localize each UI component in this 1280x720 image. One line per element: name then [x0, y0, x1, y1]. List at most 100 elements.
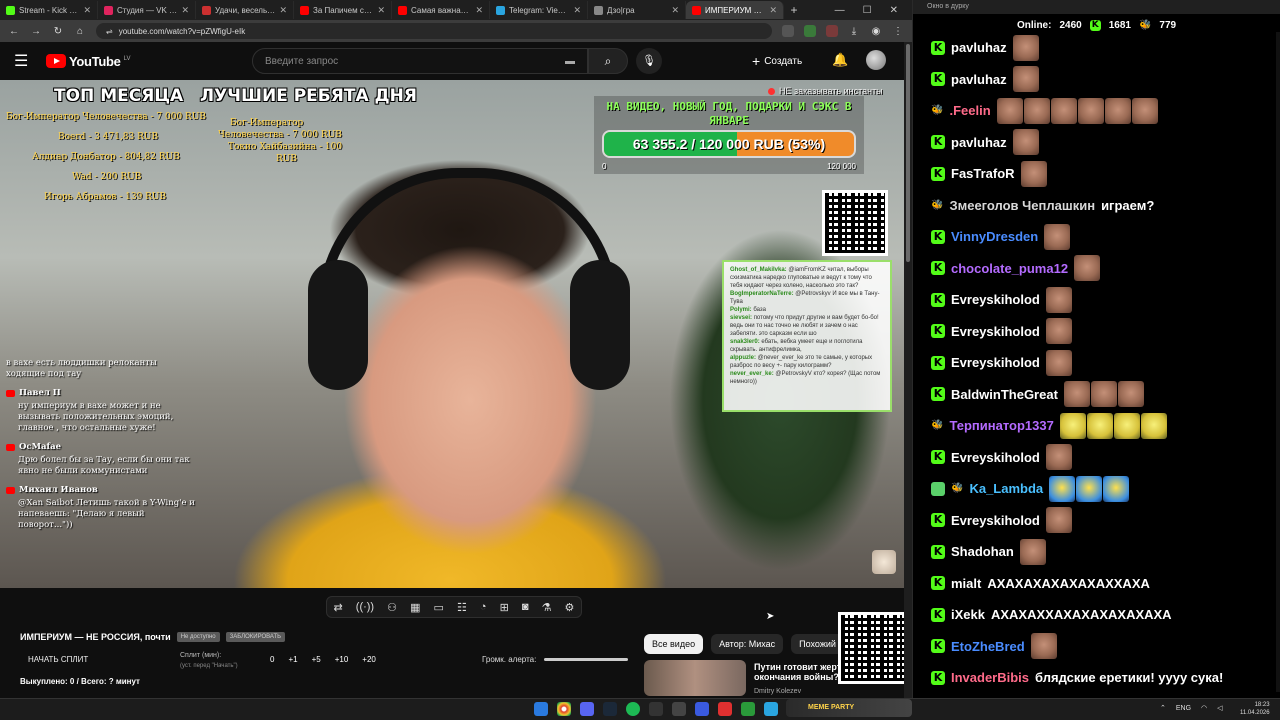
caption-icon[interactable]: ☷	[457, 601, 467, 614]
minimize-icon[interactable]: —	[835, 5, 845, 16]
app-icon[interactable]	[741, 702, 755, 716]
volume-icon[interactable]: ◁	[1217, 704, 1222, 712]
unavailable-pill[interactable]: Не доступно	[176, 632, 220, 642]
tab-close-icon[interactable]: ✕	[279, 5, 287, 16]
block-pill[interactable]: ЗАБЛОКИРОВАТЬ	[225, 632, 286, 642]
browser-tab[interactable]: Удачи, веселья, не сдох ✕	[196, 1, 294, 19]
extension-icon[interactable]	[804, 25, 816, 37]
chevron-up-icon[interactable]: ⌃	[1160, 704, 1166, 712]
obs-icon[interactable]	[649, 702, 663, 716]
discord-icon[interactable]	[580, 702, 594, 716]
chat-username[interactable]: Evreyskiholod	[951, 513, 1040, 528]
browser-tab[interactable]: ИМПЕРИУМ — НЕ РОС ✕	[686, 1, 784, 19]
split-value-button[interactable]: +10	[335, 655, 349, 664]
forward-icon[interactable]: →	[30, 26, 42, 37]
recommended-thumbnail[interactable]	[644, 660, 746, 696]
split-value-button[interactable]: +1	[288, 655, 297, 664]
chat-username[interactable]: VinnyDresden	[951, 229, 1038, 244]
chat-username[interactable]: Evreyskiholod	[951, 292, 1040, 307]
screenshot-icon[interactable]: ◙	[522, 601, 529, 613]
chat-username[interactable]: .Feelin	[949, 103, 990, 118]
menu-hamburger-icon[interactable]: ☰	[14, 51, 34, 71]
browser-tab[interactable]: Дзо|гра ✕	[588, 1, 686, 19]
site-info-icon[interactable]: ⇌	[106, 27, 113, 36]
wifi-icon[interactable]: ◠	[1201, 704, 1207, 712]
chat-username[interactable]: InvaderBibis	[951, 670, 1029, 685]
page-scrollbar[interactable]	[904, 42, 912, 698]
chat-scrollbar[interactable]	[1276, 32, 1280, 692]
url-field[interactable]: ⇌ youtube.com/watch?v=pZWfigU-eIk	[96, 23, 772, 39]
youtube-logo[interactable]: YouTube LV	[46, 54, 130, 69]
tab-close-icon[interactable]: ✕	[573, 5, 581, 16]
chat-username[interactable]: BaldwinTheGreat	[951, 387, 1058, 402]
extension-icon[interactable]	[782, 25, 794, 37]
avatar[interactable]	[866, 50, 886, 70]
chat-username[interactable]: iXekk	[951, 607, 985, 622]
tab-close-icon[interactable]: ✕	[475, 5, 483, 16]
browser-tab[interactable]: Самая важная машина ✕	[392, 1, 490, 19]
scrollbar-thumb[interactable]	[906, 44, 910, 262]
split-value-button[interactable]: 0	[270, 655, 274, 664]
tab-close-icon[interactable]: ✕	[83, 5, 91, 16]
menu-icon[interactable]: ⋮	[892, 26, 904, 37]
alert-volume-slider[interactable]	[544, 658, 629, 661]
chat-username[interactable]: Змееголов Чеплашкин	[949, 198, 1095, 213]
voice-search-button[interactable]: 🎙	[636, 48, 662, 74]
tab-close-icon[interactable]: ✕	[671, 5, 679, 16]
camera-switch-icon[interactable]: ⚇	[387, 601, 397, 614]
back-icon[interactable]: ←	[8, 26, 20, 37]
browser-tab[interactable]: Студия — VK Видео Live ✕	[98, 1, 196, 19]
chat-username[interactable]: Shadohan	[951, 544, 1014, 559]
close-window-icon[interactable]: ✕	[890, 5, 898, 16]
tab-close-icon[interactable]: ✕	[377, 5, 385, 16]
chat-username[interactable]: pavluhaz	[951, 72, 1007, 87]
browser-tab[interactable]: Telegram: View @grok ✕	[490, 1, 588, 19]
chat-username[interactable]: pavluhaz	[951, 135, 1007, 150]
start-icon[interactable]	[534, 702, 548, 716]
chat-username[interactable]: FasTrafoR	[951, 166, 1015, 181]
chat-username[interactable]: Evreyskiholod	[951, 324, 1040, 339]
search-input[interactable]: Введите запрос ▬	[252, 48, 588, 74]
broadcast-icon[interactable]: ((·))	[356, 601, 374, 613]
split-value-button[interactable]: +5	[312, 655, 321, 664]
telegram-icon[interactable]	[764, 702, 778, 716]
filter-chip[interactable]: Все видео	[644, 634, 704, 654]
profile-icon[interactable]: ◉	[870, 26, 882, 37]
lang-indicator[interactable]: ENG	[1176, 705, 1191, 712]
chat-username[interactable]: Evreyskiholod	[951, 450, 1040, 465]
search-button[interactable]: ⌕	[588, 48, 628, 74]
create-button[interactable]: + Создать	[752, 48, 802, 74]
new-tab-button[interactable]: +	[784, 3, 804, 17]
chat-username[interactable]: Evreyskiholod	[951, 355, 1040, 370]
maximize-icon[interactable]: ☐	[863, 5, 872, 16]
home-icon[interactable]: ⌂	[74, 26, 86, 37]
download-icon[interactable]: ⤓	[848, 26, 860, 37]
loop-icon[interactable]: ⇄	[334, 601, 343, 614]
chat-username[interactable]: pavluhaz	[951, 40, 1007, 55]
clip-icon[interactable]: ▦	[410, 601, 420, 614]
browser-tab[interactable]: Stream - Kick Dashboard✕	[0, 1, 98, 19]
reload-icon[interactable]: ↻	[52, 26, 64, 37]
notifications-bell-icon[interactable]: 🔔	[832, 52, 848, 68]
chat-username[interactable]: mialt	[951, 576, 981, 591]
pip-icon[interactable]: ▭	[434, 601, 444, 614]
chrome-icon[interactable]	[557, 702, 571, 716]
media-icon[interactable]	[695, 702, 709, 716]
speed-icon[interactable]: ◔	[480, 601, 487, 613]
browser-tab[interactable]: За Папичем следят в реал ✕	[294, 1, 392, 19]
spotify-icon[interactable]	[626, 702, 640, 716]
start-split-button[interactable]: НАЧАТЬ СПЛИТ	[28, 655, 88, 664]
split-value-button[interactable]: +20	[362, 655, 376, 664]
extension-icon[interactable]	[826, 25, 838, 37]
chat-username[interactable]: Терпинатор1337	[949, 418, 1053, 433]
video-player[interactable]: ТОП МЕСЯЦА ЛУЧШИЕ РЕБЯТА ДНЯ Бог-Императ…	[0, 80, 904, 588]
chat-username[interactable]: Ka_Lambda	[969, 481, 1043, 496]
filter-chip[interactable]: Автор: Михас	[711, 634, 784, 654]
screen-text-icon[interactable]: ⊞	[500, 601, 509, 614]
chat-username[interactable]: chocolate_puma12	[951, 261, 1068, 276]
app-icon[interactable]	[718, 702, 732, 716]
tab-close-icon[interactable]: ✕	[769, 5, 777, 16]
app-icon[interactable]	[672, 702, 686, 716]
meme-party-widget[interactable]: MEME PARTY	[786, 699, 912, 717]
tab-close-icon[interactable]: ✕	[181, 5, 189, 16]
